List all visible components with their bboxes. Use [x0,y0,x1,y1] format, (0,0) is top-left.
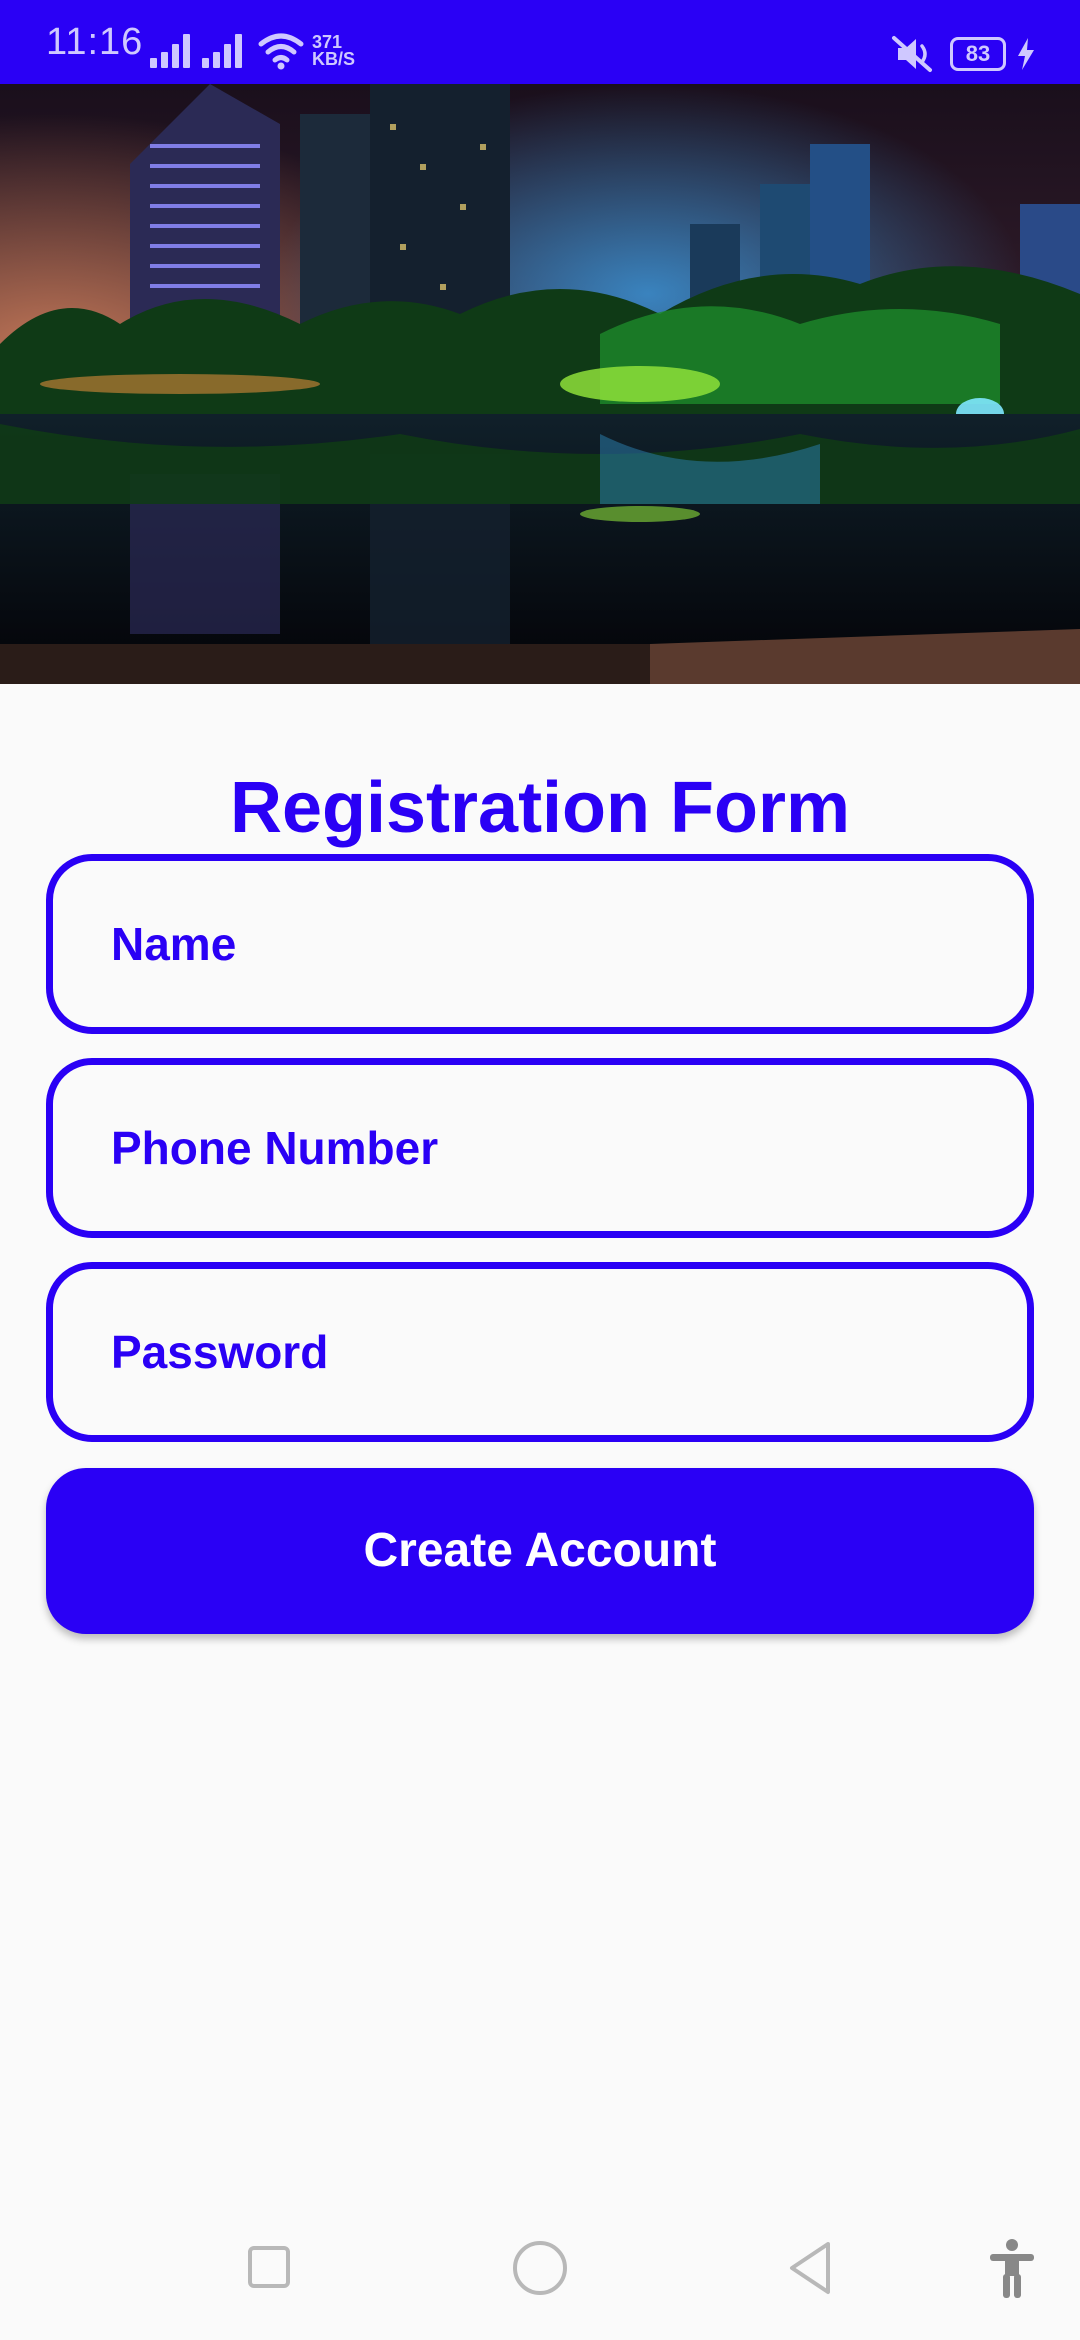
signal-icon [202,34,242,68]
back-icon[interactable] [786,2240,834,2296]
password-placeholder: Password [111,1326,329,1378]
signal-icon [150,34,190,68]
charging-icon [1018,38,1034,70]
name-input[interactable]: Name [46,854,1034,1034]
recents-icon[interactable] [248,2246,290,2288]
battery-level: 83 [965,41,991,66]
wifi-icon [258,33,304,70]
name-placeholder: Name [111,918,237,970]
phone-number-input[interactable]: Phone Number [46,1058,1034,1238]
create-account-button[interactable]: Create Account [46,1468,1034,1634]
home-icon[interactable] [513,2241,567,2295]
city-night-photo [0,84,1080,684]
password-input[interactable]: Password [46,1262,1034,1442]
mute-icon [892,36,932,72]
battery-icon: 83 [950,37,1006,71]
phone-number-placeholder: Phone Number [111,1122,439,1174]
hero-image [0,84,1080,684]
accessibility-icon[interactable] [986,2238,1038,2298]
status-time: 11:16 [46,21,144,63]
form-title: Registration Form [229,768,851,848]
network-speed: 371 KB/S [312,33,362,69]
status-bar: 11:16 371 KB/S 83 [0,0,1080,84]
network-speed-unit: KB/S [312,49,356,69]
